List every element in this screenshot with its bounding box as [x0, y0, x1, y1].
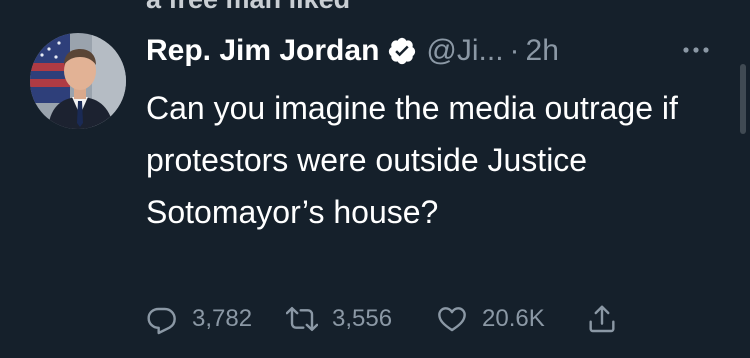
avatar-image — [30, 33, 126, 129]
avatar[interactable] — [30, 33, 126, 129]
share-icon — [589, 305, 615, 333]
reply-bubble-icon — [147, 307, 176, 335]
header-separator: · — [509, 34, 520, 67]
social-context-line: a free man liked — [146, 0, 350, 15]
author-name[interactable]: Rep. Jim Jordan — [146, 34, 379, 68]
author-handle[interactable]: @Ji... — [426, 34, 503, 68]
scrollbar-thumb[interactable] — [740, 64, 746, 134]
like-button[interactable]: 20.6K — [436, 303, 586, 335]
like-count: 20.6K — [482, 305, 545, 332]
reply-button[interactable]: 3,782 — [146, 303, 286, 335]
tweet-actions-bar: 3,782 3,556 20.6K — [146, 298, 626, 340]
tweet-header: Rep. Jim Jordan @Ji... · 2h — [146, 28, 559, 74]
retweet-button[interactable]: 3,556 — [286, 303, 436, 335]
more-dots-icon[interactable] — [680, 36, 712, 64]
verified-badge-icon — [387, 36, 417, 66]
share-button[interactable] — [586, 303, 626, 335]
tweet-text: Can you imagine the media outrage if pro… — [146, 90, 678, 230]
tweet-timestamp[interactable]: 2h — [526, 34, 559, 68]
reply-count: 3,782 — [192, 305, 253, 332]
retweet-count: 3,556 — [332, 305, 393, 332]
heart-icon — [438, 307, 466, 332]
retweet-icon — [286, 307, 318, 331]
